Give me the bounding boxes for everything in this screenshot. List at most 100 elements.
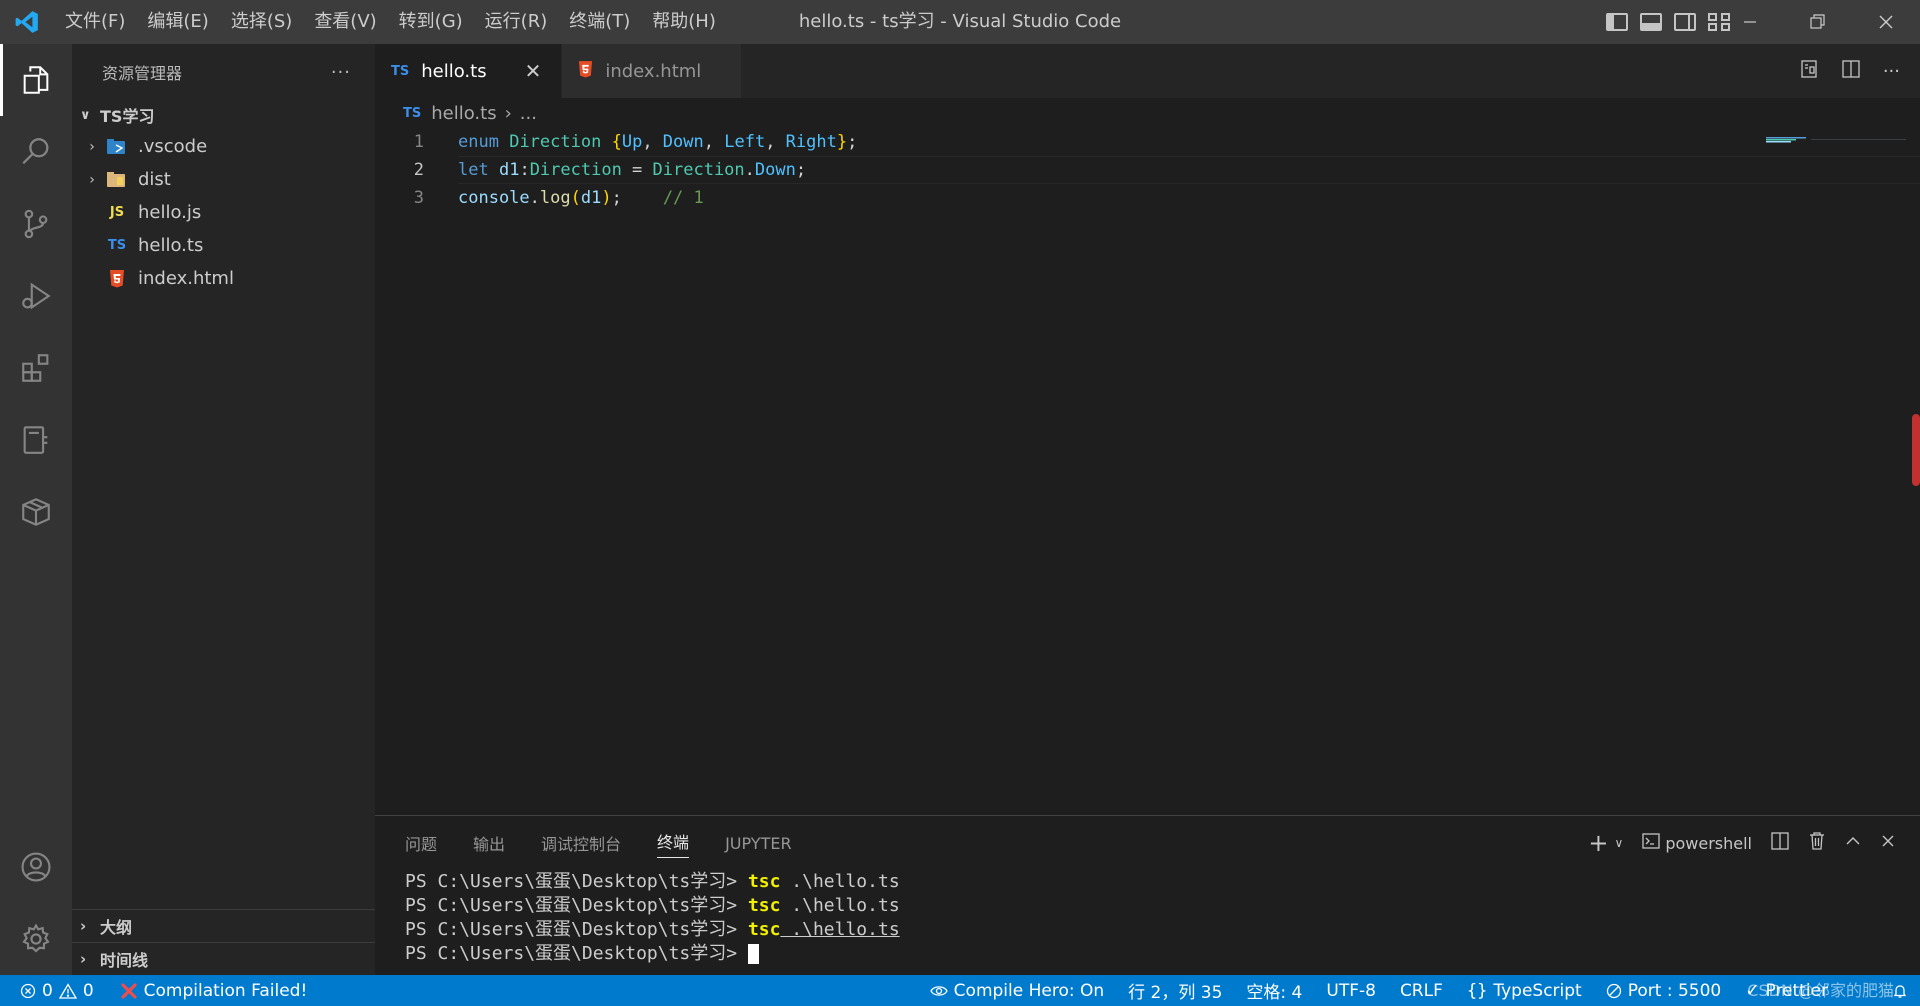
- restore-icon[interactable]: [1784, 0, 1852, 44]
- chevron-down-icon[interactable]: ∨: [1615, 836, 1624, 850]
- run-debug-icon[interactable]: [0, 260, 72, 332]
- menu-file[interactable]: 文件(F): [54, 0, 136, 44]
- breadcrumb-file[interactable]: hello.ts: [431, 103, 496, 124]
- folder-root[interactable]: ∨ TS学习: [72, 100, 375, 130]
- compile-failed-icon: [121, 982, 137, 999]
- more-actions-icon[interactable]: ···: [331, 62, 351, 83]
- tree-item-label: hello.js: [138, 202, 202, 223]
- js-file-icon: JS: [109, 205, 125, 220]
- breadcrumb-more[interactable]: ...: [520, 103, 537, 124]
- outline-section[interactable]: › 大纲: [72, 909, 375, 942]
- cursor-position[interactable]: 行 2，列 35: [1116, 978, 1234, 1003]
- explorer-sidebar: 资源管理器 ··· ∨ TS学习 › .vscode › dist JS hel…: [72, 44, 375, 975]
- panel-actions: + ∨ powershell: [1588, 816, 1896, 870]
- terminal-line: PS C:\Users\蛋蛋\Desktop\ts学习> tsc .\hello…: [405, 895, 900, 916]
- sidebar-header: 资源管理器 ···: [72, 44, 375, 100]
- vscode-folder-icon: [102, 138, 132, 155]
- timeline-label: 时间线: [100, 951, 149, 970]
- menu-terminal[interactable]: 终端(T): [558, 0, 641, 44]
- scrollbar-error-marker: [1912, 414, 1920, 486]
- language-mode[interactable]: {} TypeScript: [1455, 981, 1594, 1001]
- line-number: 2: [413, 160, 424, 180]
- maximize-panel-icon[interactable]: [1844, 832, 1862, 854]
- terminal-shell-label[interactable]: powershell: [1665, 834, 1752, 853]
- timeline-section[interactable]: › 时间线: [72, 942, 375, 975]
- terminal-output[interactable]: PS C:\Users\蛋蛋\Desktop\ts学习> tsc .\hello…: [375, 870, 1920, 966]
- folder-root-label: TS学习: [100, 107, 155, 126]
- new-terminal-icon[interactable]: +: [1588, 829, 1608, 857]
- compile-hero-status[interactable]: Compile Hero: On: [918, 981, 1116, 1001]
- toggle-panel-icon[interactable]: [1640, 13, 1662, 31]
- close-icon[interactable]: [1880, 833, 1896, 853]
- menu-go[interactable]: 转到(G): [388, 0, 474, 44]
- error-icon: [20, 983, 36, 998]
- toggle-primary-sidebar-icon[interactable]: [1606, 13, 1628, 31]
- breadcrumb: TS hello.ts › ...: [375, 98, 1920, 128]
- trash-icon[interactable]: [1808, 831, 1826, 855]
- close-icon[interactable]: ✕: [525, 59, 542, 83]
- accounts-icon[interactable]: [0, 831, 72, 903]
- settings-gear-icon[interactable]: [0, 903, 72, 975]
- editor-area: TS hello.ts ✕ index.html ··· TS hello.ts…: [375, 44, 1920, 815]
- chevron-right-icon: ›: [89, 138, 95, 155]
- chevron-right-icon: ›: [80, 950, 87, 968]
- html5-icon: [102, 269, 132, 288]
- tree-item-index-html[interactable]: index.html: [72, 262, 375, 295]
- activity-bar: [0, 44, 72, 975]
- minimap[interactable]: [1756, 128, 1906, 143]
- tab-problems[interactable]: 问题: [405, 831, 437, 855]
- menu-view[interactable]: 查看(V): [303, 0, 387, 44]
- line-content: console.log(d1); // 1: [458, 188, 704, 208]
- code-line-3: 3 console.log(d1); // 1: [375, 184, 1775, 212]
- tree-item-vscode[interactable]: › .vscode: [72, 130, 375, 163]
- editor-actions: ···: [1799, 44, 1900, 98]
- package-icon[interactable]: [0, 476, 72, 548]
- problems-status[interactable]: 0 0: [0, 981, 106, 1001]
- explorer-icon[interactable]: [0, 44, 72, 116]
- tab-output[interactable]: 输出: [473, 831, 505, 855]
- chevron-down-icon: ∨: [80, 107, 91, 123]
- split-editor-icon[interactable]: [1841, 59, 1861, 84]
- tab-index-html[interactable]: index.html: [562, 44, 743, 98]
- tree-item-hello-ts[interactable]: TS hello.ts: [72, 229, 375, 262]
- menu-edit[interactable]: 编辑(E): [136, 0, 219, 44]
- tree-item-label: index.html: [138, 268, 234, 289]
- terminal-prompt-line: PS C:\Users\蛋蛋\Desktop\ts学习>: [405, 942, 1920, 966]
- tab-label: index.html: [605, 60, 702, 82]
- menu-help[interactable]: 帮助(H): [641, 0, 727, 44]
- split-terminal-icon[interactable]: [1770, 831, 1790, 855]
- menu-selection[interactable]: 选择(S): [220, 0, 303, 44]
- tab-hello-ts[interactable]: TS hello.ts ✕: [375, 44, 563, 98]
- tab-jupyter[interactable]: JUPYTER: [725, 834, 792, 853]
- encoding[interactable]: UTF-8: [1314, 981, 1388, 1001]
- remote-explorer-icon[interactable]: [0, 404, 72, 476]
- more-actions-icon[interactable]: ···: [1883, 61, 1900, 82]
- editor-tabs: TS hello.ts ✕ index.html ···: [375, 44, 1920, 98]
- tree-item-hello-js[interactable]: JS hello.js: [72, 196, 375, 229]
- bottom-panel: 问题 输出 调试控制台 终端 JUPYTER + ∨ powershell PS…: [375, 815, 1920, 975]
- vscode-logo-icon: [0, 0, 54, 44]
- indentation[interactable]: 空格: 4: [1234, 978, 1314, 1003]
- minimize-icon[interactable]: [1716, 0, 1784, 44]
- notifications-icon[interactable]: [1880, 983, 1920, 999]
- prettier-status[interactable]: ✓ Prettier: [1733, 981, 1840, 1001]
- ts-file-icon: TS: [107, 238, 127, 253]
- toggle-secondary-sidebar-icon[interactable]: [1674, 13, 1696, 31]
- end-of-line[interactable]: CRLF: [1388, 981, 1455, 1001]
- extensions-icon[interactable]: [0, 332, 72, 404]
- tree-item-dist[interactable]: › dist: [72, 163, 375, 196]
- menu-run[interactable]: 运行(R): [474, 0, 559, 44]
- open-preview-icon[interactable]: [1799, 59, 1819, 84]
- compilation-status[interactable]: Compilation Failed!: [106, 981, 320, 1001]
- tab-debug-console[interactable]: 调试控制台: [541, 831, 621, 855]
- menu-bar: 文件(F) 编辑(E) 选择(S) 查看(V) 转到(G) 运行(R) 终端(T…: [54, 0, 727, 44]
- code-editor[interactable]: 1 enum Direction {Up, Down, Left, Right}…: [375, 128, 1920, 212]
- search-icon[interactable]: [0, 116, 72, 188]
- live-server-port[interactable]: Port : 5500: [1594, 981, 1734, 1001]
- close-window-icon[interactable]: [1852, 0, 1920, 44]
- ts-file-icon: TS: [403, 105, 422, 121]
- source-control-icon[interactable]: [0, 188, 72, 260]
- tab-terminal[interactable]: 终端: [657, 829, 690, 858]
- line-content: enum Direction {Up, Down, Left, Right};: [458, 132, 858, 152]
- html5-icon: [578, 60, 593, 82]
